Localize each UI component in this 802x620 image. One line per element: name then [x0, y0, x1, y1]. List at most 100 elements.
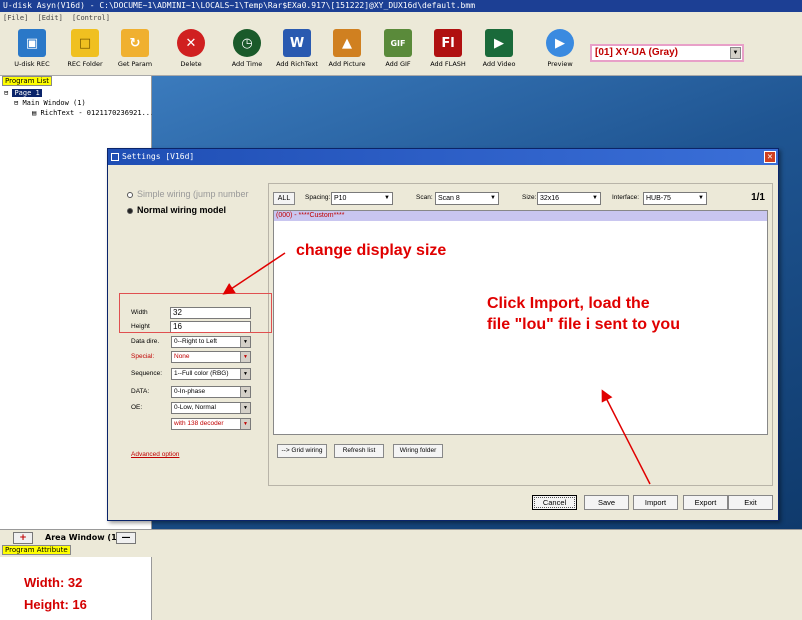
remove-area-button[interactable]: —	[116, 532, 136, 544]
u-disk-rec-button[interactable]: ▣ U-disk REC	[5, 29, 59, 75]
data-dire-label: Data dire.	[131, 338, 160, 345]
add-gif-button[interactable]: GIF Add GIF	[371, 29, 425, 75]
scan-label: Scan:	[416, 194, 433, 201]
spacing-label: Spacing:	[305, 194, 331, 201]
chevron-down-icon: ▼	[382, 193, 392, 204]
model-select[interactable]: [01] XY-UA (Gray) ▼	[590, 44, 744, 62]
oe-select[interactable]: 0-Low, Normal ▼	[171, 402, 251, 414]
u-disk-rec-label: U-disk REC	[14, 60, 50, 68]
program-attribute-tag: Program Attribute	[2, 545, 71, 555]
save-button[interactable]: Save	[584, 495, 629, 510]
program-attribute-panel: Program Attribute	[0, 545, 802, 620]
settings-icon	[111, 153, 119, 161]
refresh-list-button[interactable]: Refresh list	[334, 444, 384, 458]
data-row: DATA: 0-In-phase ▼	[131, 386, 261, 398]
chevron-down-icon: ▼	[240, 387, 250, 397]
add-richtext-label: Add RichText	[276, 60, 318, 68]
wiring-folder-button[interactable]: Wiring folder	[393, 444, 443, 458]
chevron-down-icon: ▼	[240, 337, 250, 347]
add-flash-button[interactable]: Fl Add FLASH	[421, 29, 475, 75]
chevron-down-icon: ▼	[240, 403, 250, 413]
model-select-value: [01] XY-UA (Gray)	[595, 47, 678, 58]
dialog-titlebar: Settings [V16d] ✕	[108, 149, 778, 165]
tree-item-page[interactable]: ⊟ Page 1	[4, 88, 154, 98]
special-label: Special:	[131, 353, 155, 360]
size-select[interactable]: 32x16 ▼	[537, 192, 601, 205]
add-richtext-button[interactable]: W Add RichText	[270, 29, 324, 75]
chevron-down-icon: ▼	[488, 193, 498, 204]
data-select[interactable]: 0-In-phase ▼	[171, 386, 251, 398]
menu-edit[interactable]: [Edit]	[38, 14, 63, 22]
picture-icon: ▲	[333, 29, 361, 57]
import-button[interactable]: Import	[633, 495, 678, 510]
word-doc-icon: W	[283, 29, 311, 57]
sequence-label: Sequence:	[131, 370, 163, 377]
data-dire-row: Data dire. 0--Right to Left ▼	[131, 336, 261, 348]
add-gif-label: Add GIF	[385, 60, 411, 68]
chevron-down-icon: ▼	[240, 419, 250, 429]
simple-wiring-radio[interactable]: Simple wiring (jump number	[127, 189, 249, 199]
oe-row: OE: 0-Low, Normal ▼	[131, 402, 261, 414]
get-param-button[interactable]: ↻ Get Param	[108, 29, 162, 75]
scan-select[interactable]: Scan 8 ▼	[435, 192, 499, 205]
menu-bar: [File] [Edit] [Control]	[0, 12, 802, 24]
data-dire-select[interactable]: 0--Right to Left ▼	[171, 336, 251, 348]
special-row: Special: None ▼	[131, 351, 261, 363]
sequence-row: Sequence: 1--Full color (RBG) ▼	[131, 368, 261, 380]
decoder-select[interactable]: with 138 decoder ▼	[171, 418, 251, 430]
chevron-down-icon: ▼	[696, 193, 706, 204]
add-area-button[interactable]: +	[13, 532, 33, 544]
menu-control[interactable]: [Control]	[72, 14, 110, 22]
all-button[interactable]: ALL	[273, 192, 295, 205]
width-height-highlight	[119, 293, 272, 333]
preview-button[interactable]: ▶ Preview	[533, 29, 587, 75]
preview-label: Preview	[547, 60, 573, 68]
area-window-bar: + Area Window (1) —	[0, 529, 802, 545]
add-video-button[interactable]: ▶ Add Video	[472, 29, 526, 75]
area-window-tab[interactable]: Area Window (1)	[45, 531, 120, 545]
delete-icon: ✕	[177, 29, 205, 57]
tree-item-richtext[interactable]: ▤ RichText - 0121170236921...	[4, 108, 154, 118]
add-time-button[interactable]: ◷ Add Time	[220, 29, 274, 75]
advanced-option-link[interactable]: Advanced option	[131, 451, 179, 458]
sequence-select[interactable]: 1--Full color (RBG) ▼	[171, 368, 251, 380]
rec-folder-label: REC Folder	[67, 60, 103, 68]
page-counter: 1/1	[751, 192, 765, 203]
interface-select[interactable]: HUB-75 ▼	[643, 192, 707, 205]
chevron-down-icon: ▼	[590, 193, 600, 204]
flash-icon: Fl	[434, 29, 462, 57]
clock-icon: ◷	[233, 29, 261, 57]
program-tree: ⊟ Page 1 ⊟ Main Window (1) ▤ RichText - …	[4, 88, 154, 118]
list-controls: ALL Spacing: P10 ▼ Scan: Scan 8 ▼ Size: 32…	[273, 190, 769, 208]
play-icon: ▶	[546, 29, 574, 57]
get-param-icon: ↻	[121, 29, 149, 57]
normal-wiring-radio[interactable]: Normal wiring model	[127, 205, 226, 215]
chevron-down-icon: ▼	[240, 369, 250, 379]
add-picture-button[interactable]: ▲ Add Picture	[320, 29, 374, 75]
tree-item-main-window[interactable]: ⊟ Main Window (1)	[4, 98, 154, 108]
spacing-select[interactable]: P10 ▼	[331, 192, 393, 205]
dialog-title: Settings [V16d]	[122, 152, 195, 161]
folder-icon: □	[71, 29, 99, 57]
delete-button[interactable]: ✕ Delete	[164, 29, 218, 75]
data-label: DATA:	[131, 388, 150, 395]
menu-file[interactable]: [File]	[3, 14, 28, 22]
chevron-down-icon: ▼	[240, 352, 250, 362]
list-item[interactable]: (000) - ****Custom****	[274, 211, 767, 221]
export-button[interactable]: Export	[683, 495, 728, 510]
rec-folder-button[interactable]: □ REC Folder	[58, 29, 112, 75]
special-select[interactable]: None ▼	[171, 351, 251, 363]
add-time-label: Add Time	[231, 60, 263, 68]
size-label: Size:	[522, 194, 537, 201]
exit-button[interactable]: Exit	[728, 495, 773, 510]
interface-label: Interface:	[612, 194, 640, 201]
close-icon[interactable]: ✕	[764, 151, 776, 163]
height-note: Height: 16	[24, 597, 87, 612]
grid-wiring-button[interactable]: --> Grid wiring	[277, 444, 327, 458]
video-icon: ▶	[485, 29, 513, 57]
cancel-button[interactable]: Cancel	[532, 495, 577, 510]
size-annotation: change display size	[296, 242, 447, 259]
window-title: U-disk Asyn(V16d) - C:\DOCUME~1\ADMINI~1…	[0, 0, 802, 12]
import-annotation-line2: file "lou" file i sent to you	[487, 316, 680, 333]
oe-label: OE:	[131, 404, 143, 411]
